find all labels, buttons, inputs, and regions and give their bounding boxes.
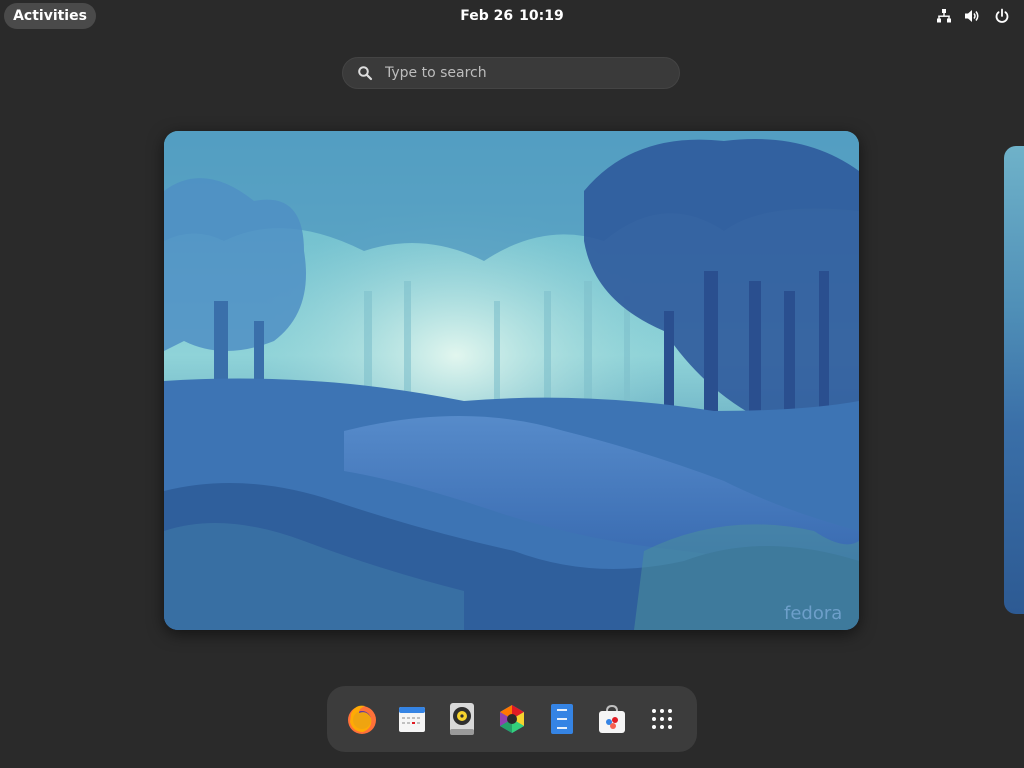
activities-button[interactable]: Activities — [4, 3, 96, 29]
next-workspace-thumbnail[interactable] — [1004, 146, 1024, 614]
clock-date: Feb 26 — [460, 8, 514, 24]
wallpaper-forest: fedora — [164, 131, 859, 630]
top-bar: Activities Feb 26 10:19 — [0, 0, 1024, 32]
power-icon[interactable] — [993, 8, 1010, 25]
network-icon[interactable] — [935, 8, 952, 25]
files-icon[interactable] — [542, 699, 582, 739]
clock-button[interactable]: Feb 26 10:19 — [412, 0, 612, 32]
system-tray[interactable] — [935, 6, 1010, 26]
fedora-watermark: fedora — [784, 603, 842, 624]
clock-time: 10:19 — [519, 8, 564, 24]
search-input[interactable] — [383, 64, 657, 82]
firefox-icon[interactable] — [342, 699, 382, 739]
calendar-icon[interactable] — [392, 699, 432, 739]
search-bar[interactable] — [342, 57, 680, 89]
photos-icon[interactable] — [492, 699, 532, 739]
software-icon[interactable] — [592, 699, 632, 739]
app-grid-icon[interactable] — [642, 699, 682, 739]
overview-screen: Activities Feb 26 10:19 Type to search f… — [0, 0, 1024, 768]
rhythmbox-icon[interactable] — [442, 699, 482, 739]
workspace-thumbnail[interactable]: fedora — [164, 131, 859, 630]
dash — [327, 686, 697, 752]
search-icon — [358, 66, 373, 81]
volume-icon[interactable] — [964, 8, 981, 25]
